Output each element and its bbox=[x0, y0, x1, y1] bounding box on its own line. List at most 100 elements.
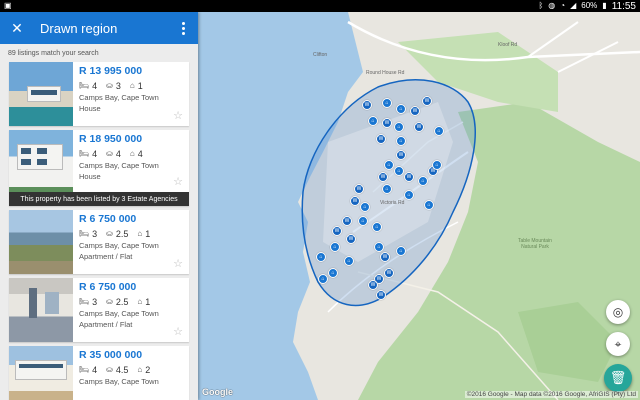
battery-percent: 60% bbox=[581, 1, 598, 10]
listing-price: R 18 950 000 bbox=[79, 133, 143, 145]
listing-marker[interactable]: W bbox=[410, 106, 420, 116]
listing-photo[interactable] bbox=[9, 346, 73, 400]
listing-marker[interactable]: ⌂ bbox=[394, 122, 404, 132]
listing-marker[interactable]: ⌂ bbox=[382, 184, 392, 194]
map-label-kloof-rd: Kloof Rd bbox=[498, 42, 518, 48]
bluetooth-icon: ᛒ bbox=[538, 1, 544, 10]
listing-photo[interactable] bbox=[9, 210, 73, 274]
listing-marker[interactable]: W bbox=[362, 100, 372, 110]
listing-marker[interactable]: W bbox=[332, 226, 342, 236]
bed-icon: 🛏 bbox=[79, 229, 90, 238]
listing-marker[interactable]: ⌂ bbox=[360, 202, 370, 212]
delete-region-button[interactable]: 🗑 bbox=[604, 364, 632, 392]
garage-icon: ⌂ bbox=[137, 229, 143, 238]
listing-marker[interactable]: W bbox=[414, 122, 424, 132]
listing-marker[interactable]: ⌂ bbox=[328, 268, 338, 278]
listing-marker[interactable]: ⌂ bbox=[344, 256, 354, 266]
listing-marker[interactable]: ⌂ bbox=[374, 242, 384, 252]
listing-marker[interactable]: W bbox=[376, 290, 386, 300]
listing-marker[interactable]: ⌂ bbox=[432, 160, 442, 170]
listing-marker[interactable]: W bbox=[404, 172, 414, 182]
map-label-round-house-rd: Round House Rd bbox=[366, 70, 405, 76]
favorite-star-icon[interactable]: ☆ bbox=[173, 109, 183, 122]
my-location-button[interactable]: ⌖ bbox=[606, 332, 630, 356]
listing-marker[interactable]: W bbox=[354, 184, 364, 194]
park-label: Table Mountain Natural Park bbox=[518, 238, 552, 250]
bed-count: 4 bbox=[92, 148, 98, 159]
close-icon: ✕ bbox=[11, 19, 23, 36]
listing-card[interactable]: R 6 750 000 🛏 3 ⛀ 2.5 ⌂ 1 Camps Bay, Cape T… bbox=[9, 278, 189, 342]
listing-marker[interactable]: W bbox=[384, 268, 394, 278]
listing-price: R 35 000 000 bbox=[79, 349, 143, 361]
listing-marker[interactable]: ⌂ bbox=[418, 176, 428, 186]
listing-marker[interactable]: ⌂ bbox=[396, 104, 406, 114]
listing-location: Camps Bay, Cape Town bbox=[79, 93, 159, 102]
listing-location: Camps Bay, Cape Town bbox=[79, 161, 159, 170]
bath-icon: ⛀ bbox=[106, 81, 113, 90]
map-layers-button[interactable]: ◎ bbox=[606, 300, 630, 324]
app-bar: ✕ Drawn region bbox=[0, 12, 198, 44]
listing-marker[interactable]: ⌂ bbox=[396, 136, 406, 146]
favorite-star-icon[interactable]: ☆ bbox=[173, 175, 183, 188]
listing-marker[interactable]: W bbox=[376, 134, 386, 144]
listing-marker[interactable]: W bbox=[350, 196, 360, 206]
listing-card[interactable]: R 6 750 000 🛏 3 ⛀ 2.5 ⌂ 1 Camps Bay, Cape T… bbox=[9, 210, 189, 274]
listing-marker[interactable]: ⌂ bbox=[394, 166, 404, 176]
garage-icon: ⌂ bbox=[129, 81, 135, 90]
listing-marker[interactable]: W bbox=[378, 172, 388, 182]
bed-count: 3 bbox=[92, 296, 98, 307]
listing-marker[interactable]: W bbox=[382, 118, 392, 128]
listing-marker[interactable]: W bbox=[422, 96, 432, 106]
listing-location: Camps Bay, Cape Town bbox=[79, 309, 159, 318]
listing-card[interactable]: R 18 950 000 🛏 4 ⛀ 4 ⌂ 4 Camps Bay, Cape To… bbox=[9, 130, 189, 206]
listing-marker[interactable]: ⌂ bbox=[372, 222, 382, 232]
image-notification-icon: ▣ bbox=[4, 1, 12, 10]
listing-card[interactable]: R 35 000 000 🛏 4 ⛀ 4.5 ⌂ 2 Camps Bay, Cape … bbox=[9, 346, 189, 400]
favorite-star-icon[interactable]: ☆ bbox=[173, 257, 183, 270]
favorite-star-icon[interactable]: ☆ bbox=[173, 325, 183, 338]
map-view[interactable]: Clifton Round House Rd Kloof Rd Victoria… bbox=[198, 12, 640, 400]
match-count: 89 listings match your search bbox=[8, 50, 99, 57]
garage-icon: ⌂ bbox=[129, 149, 135, 158]
listing-marker[interactable]: ⌂ bbox=[434, 126, 444, 136]
garage-icon: ⌂ bbox=[137, 297, 143, 306]
listing-marker[interactable]: W bbox=[368, 280, 378, 290]
bed-icon: 🛏 bbox=[79, 81, 90, 90]
listing-marker[interactable]: ⌂ bbox=[358, 216, 368, 226]
listing-marker[interactable]: ⌂ bbox=[404, 190, 414, 200]
listing-marker[interactable]: ⌂ bbox=[382, 98, 392, 108]
listing-price: R 6 750 000 bbox=[79, 281, 137, 293]
listing-location: Camps Bay, Cape Town bbox=[79, 377, 159, 386]
close-button[interactable]: ✕ bbox=[8, 19, 26, 37]
listing-price: R 6 750 000 bbox=[79, 213, 137, 225]
map-canvas bbox=[293, 12, 640, 400]
listing-marker[interactable]: ⌂ bbox=[368, 116, 378, 126]
listing-marker[interactable]: ⌂ bbox=[424, 200, 434, 210]
more-vert-icon bbox=[181, 21, 185, 25]
garage-count: 1 bbox=[145, 228, 151, 239]
overflow-menu-button[interactable] bbox=[176, 21, 190, 35]
listing-marker[interactable]: W bbox=[380, 252, 390, 262]
listing-marker[interactable]: ⌂ bbox=[318, 274, 328, 284]
bed-icon: 🛏 bbox=[79, 365, 90, 374]
listing-price: R 13 995 000 bbox=[79, 65, 143, 77]
listing-photo[interactable] bbox=[9, 278, 73, 342]
listing-marker[interactable]: ⌂ bbox=[384, 160, 394, 170]
listing-marker[interactable]: W bbox=[396, 150, 406, 160]
listing-marker[interactable]: W bbox=[342, 216, 352, 226]
google-logo: Google bbox=[202, 387, 233, 397]
bath-count: 3 bbox=[115, 80, 121, 91]
listing-list[interactable]: R 13 995 000 🛏 4 ⛀ 3 ⌂ 1 Camps Bay, Cape To… bbox=[0, 62, 198, 400]
garage-count: 2 bbox=[145, 364, 151, 375]
listing-marker[interactable]: ⌂ bbox=[316, 252, 326, 262]
listing-location: Camps Bay, Cape Town bbox=[79, 241, 159, 250]
listing-marker[interactable]: ⌂ bbox=[330, 242, 340, 252]
listing-marker[interactable]: ⌂ bbox=[396, 246, 406, 256]
listing-card[interactable]: R 13 995 000 🛏 4 ⛀ 3 ⌂ 1 Camps Bay, Cape To… bbox=[9, 62, 189, 126]
listing-marker[interactable]: W bbox=[346, 234, 356, 244]
bed-count: 4 bbox=[92, 80, 98, 91]
bed-count: 3 bbox=[92, 228, 98, 239]
agency-note: This property has been listed by 3 Estat… bbox=[9, 192, 189, 206]
listing-photo[interactable] bbox=[9, 62, 73, 126]
garage-count: 1 bbox=[145, 296, 151, 307]
